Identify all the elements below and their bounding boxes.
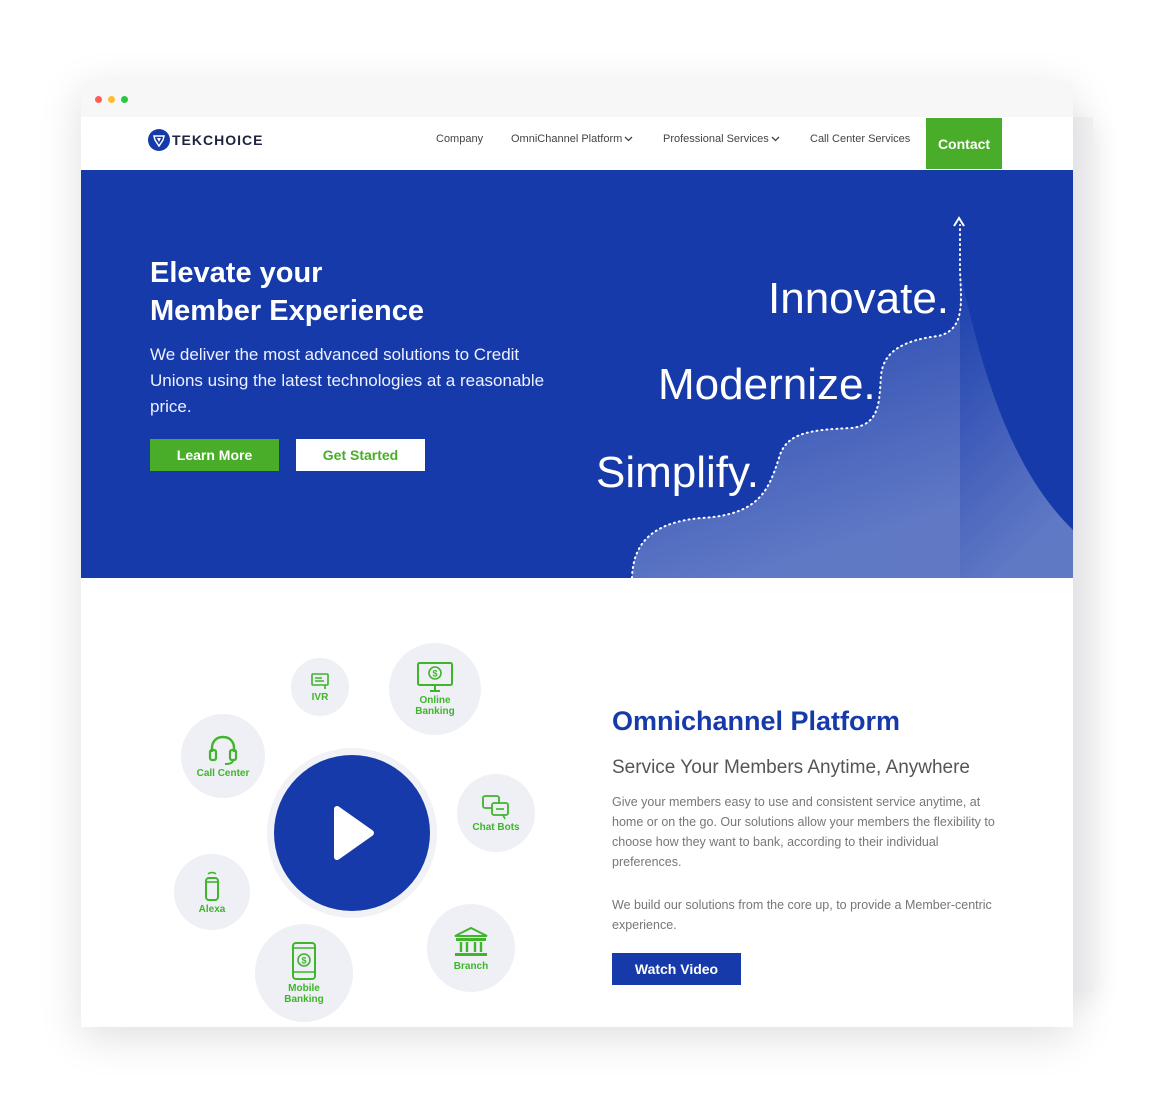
get-started-button[interactable]: Get Started [296, 439, 425, 471]
channel-branch[interactable]: Branch [427, 904, 515, 992]
tekchoice-shield-icon [148, 129, 170, 151]
omnichannel-title: Omnichannel Platform [612, 706, 901, 736]
ivr-label: IVR [311, 691, 329, 703]
chat-bubbles-icon [482, 794, 509, 819]
hero-title-line1: Elevate your [150, 257, 323, 289]
minimize-dot-icon[interactable] [108, 96, 115, 103]
channel-online-banking[interactable]: $ Online Banking [389, 643, 481, 735]
chat-bots-label: Chat Bots [472, 821, 520, 833]
channel-chat-bots[interactable]: Chat Bots [457, 774, 535, 852]
nav-company-label: Company [436, 133, 484, 145]
arrow-up-icon [953, 216, 965, 227]
logo[interactable]: TEKCHOICE [148, 128, 263, 152]
branch-label: Branch [453, 960, 489, 972]
monitor-dollar-icon: $ [417, 662, 453, 692]
navbar: TEKCHOICE Company OmniChannel Platform P… [81, 117, 1073, 170]
channel-alexa[interactable]: Alexa [174, 854, 250, 930]
nav-callcenter-label: Call Center Services [810, 133, 911, 145]
call-center-label: Call Center [196, 767, 250, 779]
omnichannel-paragraph-2: We build our solutions from the core up,… [612, 898, 992, 932]
nav-omnichannel-label: OmniChannel Platform [511, 133, 623, 145]
online-banking-label: Online Banking [415, 695, 455, 717]
svg-text:$: $ [432, 669, 437, 679]
hero-title-line2: Member Experience [150, 295, 425, 327]
channel-ivr[interactable]: IVR [291, 658, 349, 716]
nav-call-center-services[interactable]: Call Center Services [810, 133, 910, 145]
nav-company[interactable]: Company [436, 133, 483, 145]
watch-video-button[interactable]: Watch Video [612, 953, 741, 985]
play-video-button[interactable] [274, 755, 430, 911]
contact-button[interactable]: Contact [926, 118, 1002, 169]
hero-section: Elevate your Member Experience We delive… [81, 170, 1073, 578]
word-simplify: Simplify. [596, 448, 759, 497]
window-chrome [81, 81, 1073, 117]
chevron-down-icon [771, 136, 780, 142]
maximize-dot-icon[interactable] [121, 96, 128, 103]
browser-window: TEKCHOICE Company OmniChannel Platform P… [81, 81, 1073, 1027]
omnichannel-paragraph-1: Give your members easy to use and consis… [612, 795, 995, 869]
word-modernize: Modernize. [658, 360, 876, 409]
background-card [1070, 117, 1093, 992]
nav-professional-label: Professional Services [663, 133, 769, 145]
channel-mobile-banking[interactable]: $ Mobile Banking [255, 924, 353, 1022]
hero-subtitle: We deliver the most advanced solutions t… [150, 345, 545, 416]
close-dot-icon[interactable] [95, 96, 102, 103]
chevron-down-icon [624, 136, 633, 142]
play-icon [334, 806, 374, 860]
nav-omnichannel-platform[interactable]: OmniChannel Platform [511, 133, 633, 145]
learn-more-button[interactable]: Learn More [150, 439, 279, 471]
word-innovate: Innovate. [768, 274, 950, 323]
mobile-banking-label: Mobile Banking [284, 983, 324, 1005]
alexa-label: Alexa [198, 903, 226, 915]
omnichannel-subtitle: Service Your Members Anytime, Anywhere [612, 757, 971, 778]
ivr-icon [311, 672, 329, 689]
mobile-dollar-icon: $ [292, 942, 316, 980]
logo-text: TEKCHOICE [172, 132, 264, 148]
nav-professional-services[interactable]: Professional Services [663, 133, 780, 145]
headset-icon [208, 735, 238, 765]
channel-call-center[interactable]: Call Center [181, 714, 265, 798]
smart-speaker-icon [205, 871, 219, 901]
bank-building-icon [454, 926, 488, 956]
hero-title: Elevate your Member Experience [150, 254, 510, 330]
omnichannel-section: IVR $ Online Banking Call Center Chat Bo… [81, 578, 1073, 1027]
svg-text:$: $ [301, 956, 306, 966]
